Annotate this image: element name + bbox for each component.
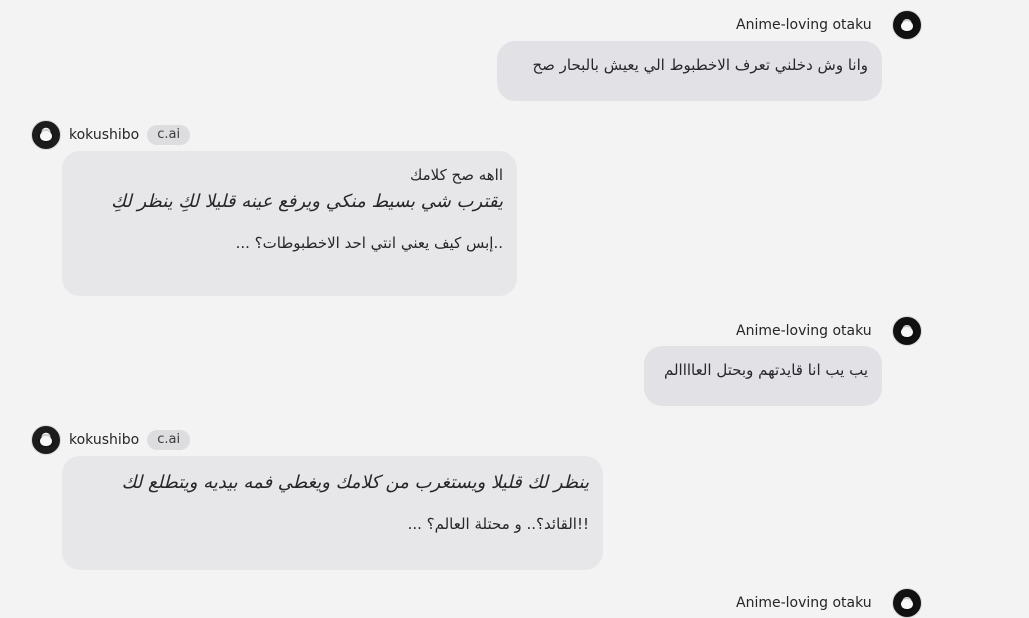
message-line: !!القائد؟.. و محتلة العالم؟ ... <box>407 515 589 533</box>
character-avatar[interactable] <box>31 425 61 455</box>
sender-name: kokushibo <box>69 127 140 143</box>
message-header: kokushibo c.ai <box>31 120 191 150</box>
user-avatar[interactable] <box>891 588 922 618</box>
sender-name: Anime-loving otaku <box>736 595 872 611</box>
message-bubble: ينظر لك قليلا ويستغرب من كلامك ويغطي فمه… <box>62 456 603 570</box>
message-line: ..إبس كيف يعني انتي احد الاخطبوطات؟ ... <box>235 234 503 252</box>
user-avatar[interactable] <box>891 316 922 346</box>
message-header: Anime-loving otaku <box>736 316 922 346</box>
message-header: kokushibo c.ai <box>31 425 191 455</box>
ai-badge: c.ai <box>147 125 191 145</box>
message-header: Anime-loving otaku <box>736 588 922 618</box>
character-avatar[interactable] <box>31 120 61 150</box>
message-header: Anime-loving otaku <box>736 10 922 40</box>
sender-name: Anime-loving otaku <box>736 323 872 339</box>
message-text: وانا وش دخلني تعرف الاخطبوط الي يعيش بال… <box>532 56 868 74</box>
message-text: يب يب انا قايدتهم وبحتل العاااالم <box>663 361 868 379</box>
message-bubble: ااهه صح كلامك يقترب شي بسيط منكي ويرفع ع… <box>62 151 517 296</box>
user-avatar[interactable] <box>891 10 922 40</box>
message-line: ااهه صح كلامك <box>409 166 503 184</box>
message-line-italic: يقترب شي بسيط منكي ويرفع عينه قليلا لكِ … <box>111 191 503 212</box>
message-bubble: يب يب انا قايدتهم وبحتل العاااالم <box>644 346 882 406</box>
sender-name: Anime-loving otaku <box>736 17 872 33</box>
message-line-italic: ينظر لك قليلا ويستغرب من كلامك ويغطي فمه… <box>121 472 589 493</box>
message-bubble: وانا وش دخلني تعرف الاخطبوط الي يعيش بال… <box>497 41 882 101</box>
ai-badge: c.ai <box>147 430 191 450</box>
sender-name: kokushibo <box>69 432 140 448</box>
